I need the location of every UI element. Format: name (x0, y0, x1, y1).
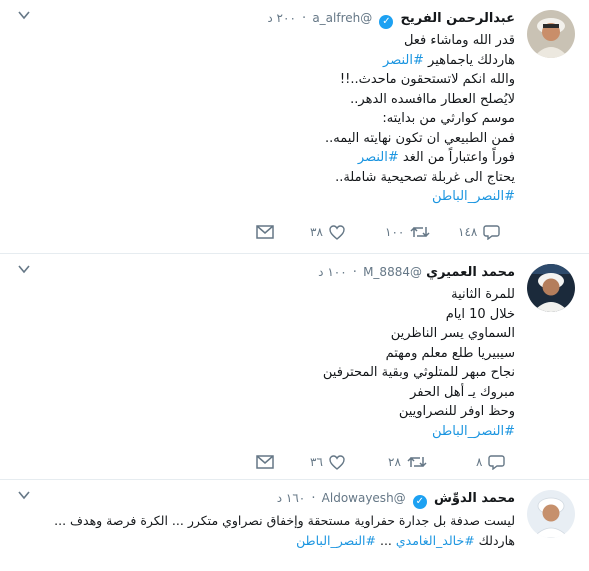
reply-count: ١٤٨ (458, 225, 478, 239)
dm-icon (256, 225, 274, 239)
tweet-line: ليست صدفة بل جدارة حفراوية مستحقة وإخفاق… (54, 513, 515, 528)
tweet-line: خلال 10 ايام (445, 306, 515, 322)
tweet[interactable]: محمد العميري @M_8884 · ١٠٠ د للمرة الثان… (0, 254, 589, 480)
tweet-time[interactable]: ١٠٠ د (318, 265, 347, 279)
tweet-time[interactable]: ٢٠٠ د (267, 11, 296, 25)
tweet[interactable]: عبدالرحمن الفريح ✓ @a_alfreh · ٢٠٠ د قدر… (0, 0, 589, 254)
hashtag-link[interactable]: #النصر_الباطن (18, 422, 515, 442)
chevron-down-icon[interactable] (18, 10, 30, 20)
tweet-actions: ٣٦ ٢٨ ٨ (0, 452, 589, 472)
tweet-header: عبدالرحمن الفريح ✓ @a_alfreh · ٢٠٠ د (18, 8, 515, 29)
retweet-button[interactable]: ١٠٠ (385, 222, 430, 242)
tweet-line: لايُصلح العطار ماافسده الدهر.. (350, 91, 515, 107)
dm-button[interactable] (256, 222, 274, 242)
retweet-button[interactable]: ٢٨ (388, 452, 427, 472)
author-handle[interactable]: @Aldowayesh (322, 491, 406, 505)
tweet-line: وحظ اوفر للنصراويين (398, 404, 515, 419)
tweet-line: هاردلك ياجماهير #النصر (18, 51, 515, 71)
tweet-text: للمرة الثانية خلال 10 ايام السماوي يسر ا… (18, 285, 515, 441)
tweet-header: محمد العميري @M_8884 · ١٠٠ د (18, 262, 515, 283)
verified-badge-icon: ✓ (412, 495, 427, 509)
dm-button[interactable] (256, 452, 274, 472)
like-count: ٣٦ (310, 455, 323, 469)
tweet-text-part: هاردلك (474, 532, 515, 548)
tweet-line: سيبيريا طلع معلم ومهتم (385, 345, 515, 361)
reply-icon (488, 454, 506, 470)
separator-dot: · (352, 265, 357, 280)
separator-dot: · (302, 11, 307, 26)
tweet-line: موسم كوارثي من بدايته: (382, 111, 515, 126)
hashtag-link[interactable]: #النصر_الباطن (296, 533, 376, 548)
tweet-text-part: فوراً واعتباراً من الغد (398, 150, 515, 165)
tweet-line: السماوي يسر الناظرين (390, 326, 515, 341)
reply-button[interactable]: ١٤٨ (458, 222, 501, 242)
tweet-header: محمد الدوِّش ✓ @Aldowayesh · ١٦٠ د (18, 488, 515, 509)
retweet-icon (407, 456, 427, 468)
retweet-icon (410, 226, 430, 238)
retweet-count: ٢٨ (388, 455, 401, 469)
reply-count: ٨ (476, 455, 483, 469)
author-name[interactable]: محمد العميري (426, 265, 515, 280)
tweet[interactable]: محمد الدوِّش ✓ @Aldowayesh · ١٦٠ د ليست … (0, 480, 589, 571)
author-name[interactable]: محمد الدوِّش (434, 491, 515, 506)
tweet-text: ليست صدفة بل جدارة حفراوية مستحقة وإخفاق… (18, 511, 515, 550)
like-icon (329, 224, 345, 240)
separator-dot: · (311, 491, 316, 506)
like-button[interactable]: ٣٨ (310, 222, 345, 242)
reply-icon (483, 224, 501, 240)
like-button[interactable]: ٣٦ (310, 452, 345, 472)
reply-button[interactable]: ٨ (476, 452, 506, 472)
chevron-down-icon[interactable] (18, 490, 30, 500)
chevron-down-icon[interactable] (18, 264, 30, 274)
avatar[interactable] (527, 10, 575, 58)
avatar[interactable] (527, 490, 575, 538)
hashtag-link[interactable]: #النصر (358, 150, 399, 165)
tweet-line: فوراً واعتباراً من الغد #النصر (18, 148, 515, 168)
tweet-text-part: هاردلك ياجماهير (423, 52, 515, 68)
tweet-line: قدر الله وماشاء فعل (403, 33, 515, 48)
timeline-feed: عبدالرحمن الفريح ✓ @a_alfreh · ٢٠٠ د قدر… (0, 0, 589, 571)
tweet-actions: ٣٨ ١٠٠ ١٤٨ (0, 222, 589, 242)
retweet-count: ١٠٠ (385, 225, 405, 239)
author-name[interactable]: عبدالرحمن الفريح (401, 11, 515, 26)
tweet-line: والله انكم لاتستحقون ماحدث..!! (339, 72, 515, 87)
avatar[interactable] (527, 264, 575, 312)
like-count: ٣٨ (310, 225, 323, 239)
tweet-text-part: ... (376, 532, 396, 548)
author-handle[interactable]: @a_alfreh (312, 11, 372, 25)
tweet-line: للمرة الثانية (451, 287, 515, 302)
tweet-line: فمن الطبيعي ان تكون نهايته اليمه.. (324, 130, 515, 146)
hashtag-link[interactable]: #النصر_الباطن (18, 187, 515, 207)
dm-icon (256, 455, 274, 469)
tweet-text: قدر الله وماشاء فعل هاردلك ياجماهير #الن… (18, 31, 515, 207)
tweet-line: مبروك يـ أهل الحفر (410, 384, 515, 400)
tweet-line: يحتاج الى غربلة تصحيحية شاملة.. (335, 169, 515, 185)
author-handle[interactable]: @M_8884 (363, 265, 422, 279)
hashtag-link[interactable]: #النصر (383, 53, 424, 68)
tweet-line: هاردلك #خالد_الغامدي ... #النصر_الباطن (18, 531, 515, 551)
tweet-line: نجاح مبهر للمتلوثي وبقية المحترفين (322, 365, 515, 380)
tweet-time[interactable]: ١٦٠ د (277, 491, 306, 505)
hashtag-link[interactable]: #خالد_الغامدي (396, 533, 475, 548)
verified-badge-icon: ✓ (379, 15, 394, 29)
like-icon (329, 454, 345, 470)
